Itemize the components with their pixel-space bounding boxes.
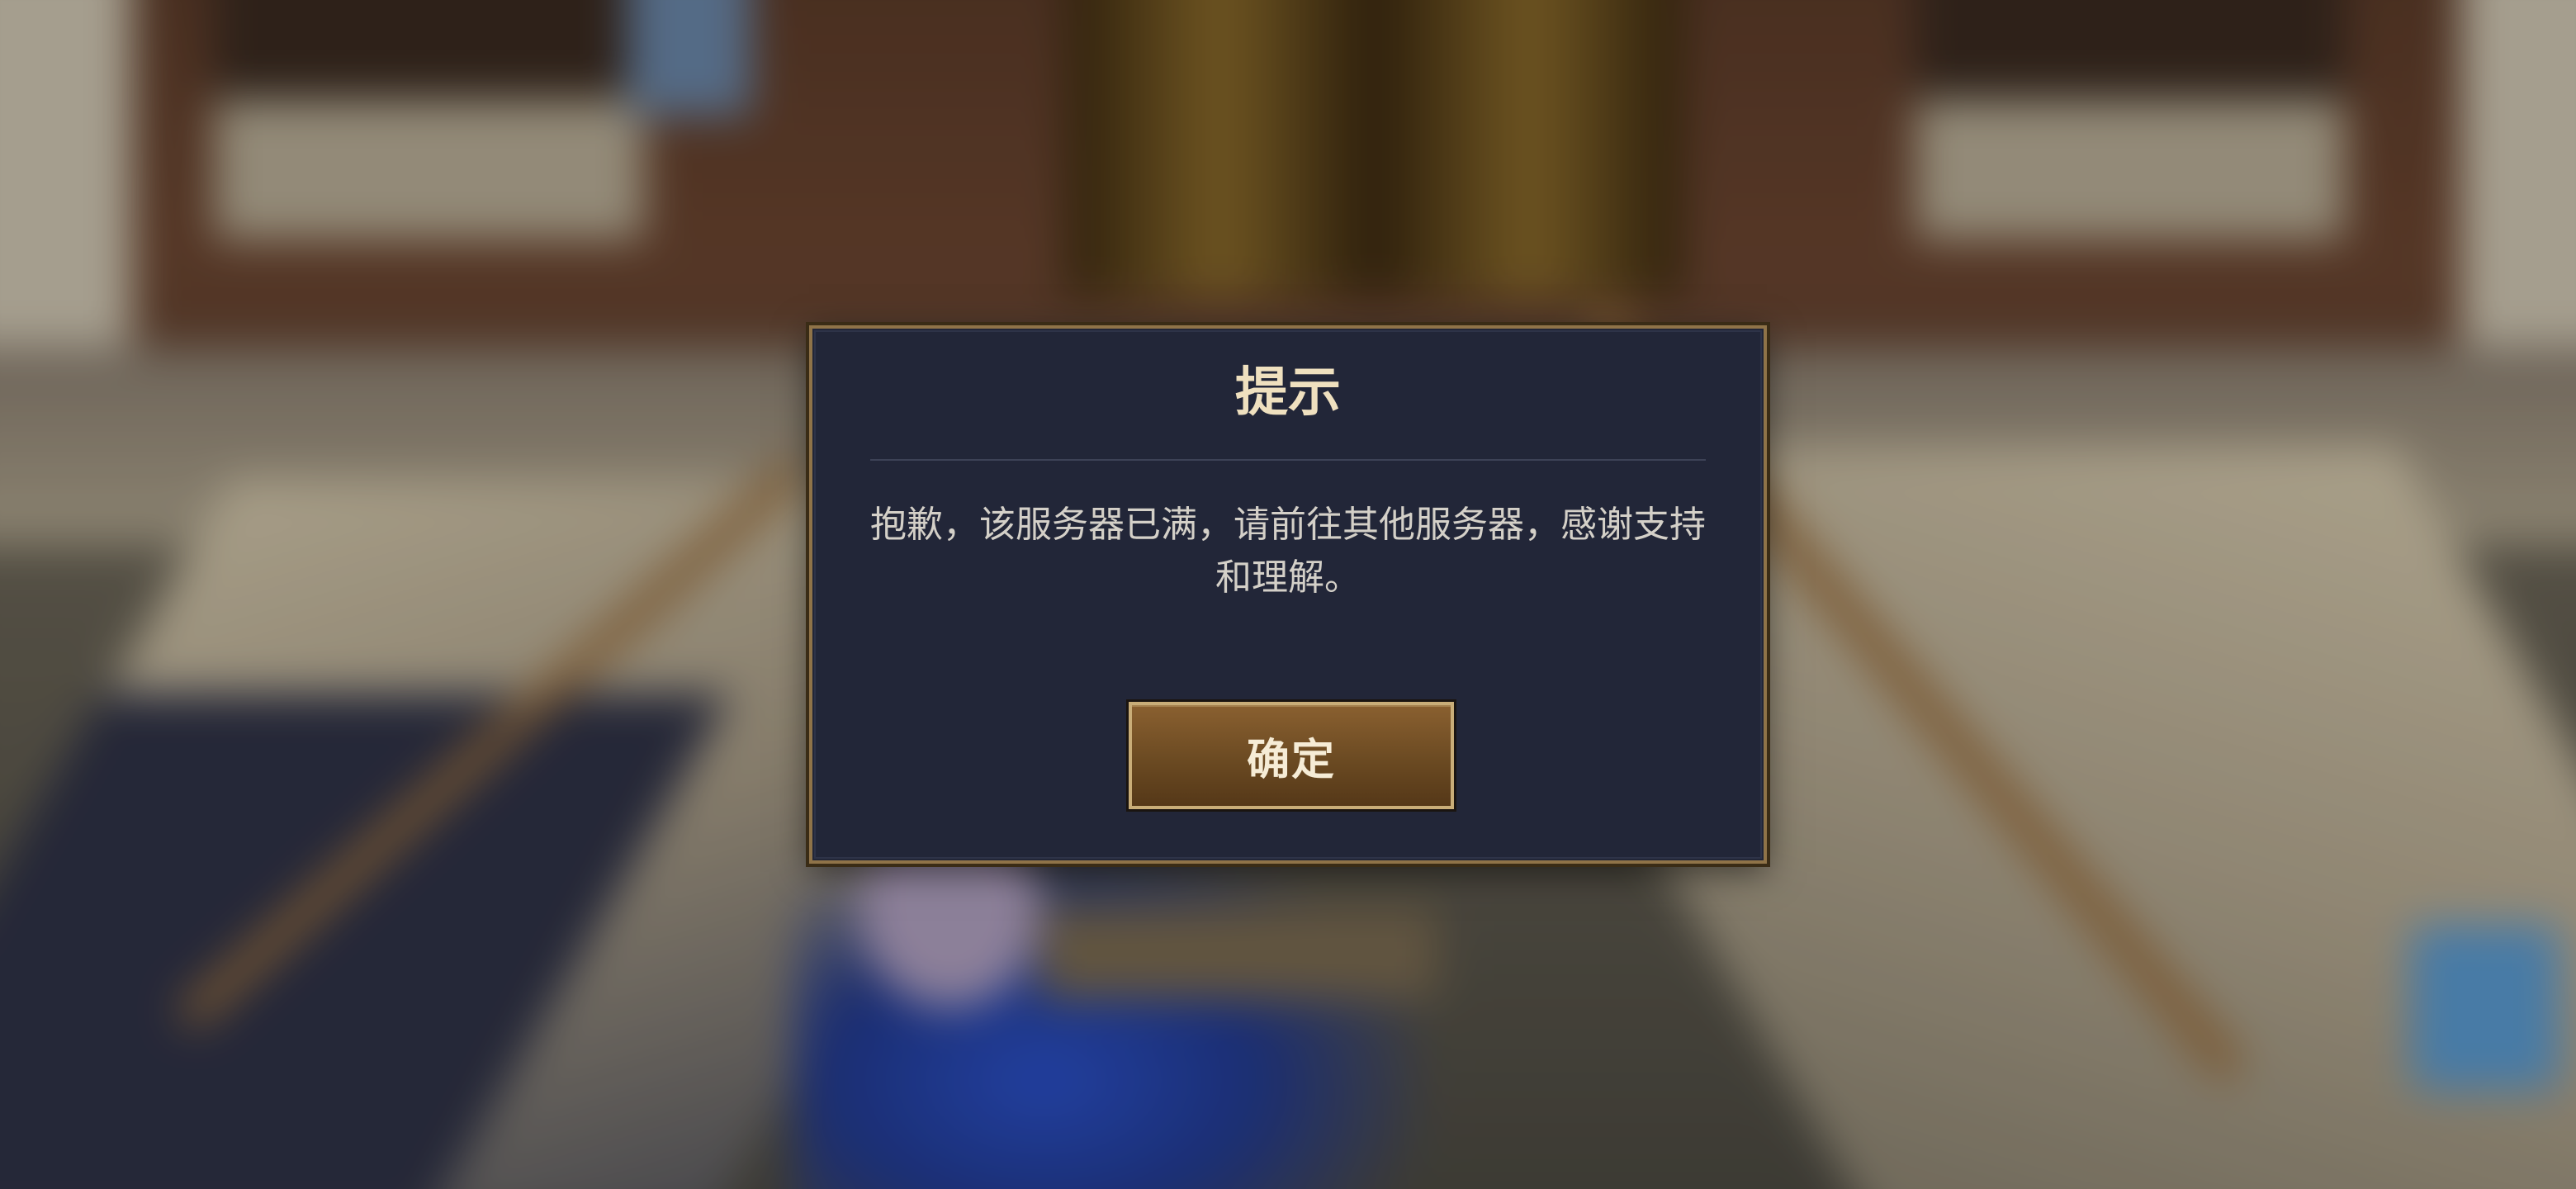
game-screen: 提示 抱歉，该服务器已满，请前往其他服务器，感谢支持和理解。 确定 (0, 0, 2576, 1189)
confirm-button[interactable]: 确定 (1126, 699, 1456, 812)
dialog-title: 提示 (1235, 362, 1341, 424)
title-divider (870, 459, 1706, 461)
confirm-button-label: 确定 (1246, 735, 1336, 785)
server-full-dialog: 提示 抱歉，该服务器已满，请前往其他服务器，感谢支持和理解。 确定 (809, 325, 1767, 864)
dialog-message: 抱歉，该服务器已满，请前往其他服务器，感谢支持和理解。 (870, 504, 1706, 599)
